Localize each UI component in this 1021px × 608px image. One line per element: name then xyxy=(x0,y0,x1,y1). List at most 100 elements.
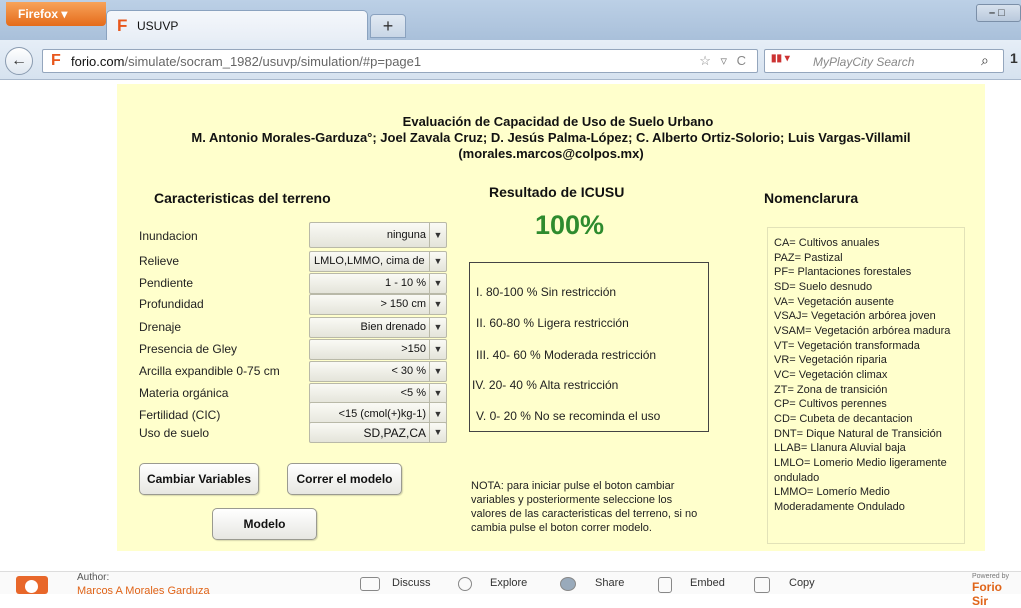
run-model-button[interactable]: Correr el modelo xyxy=(287,463,402,495)
result-heading: Resultado de ICUSU xyxy=(489,184,625,200)
speech-bubble-icon xyxy=(360,577,380,591)
embed-label: Embed xyxy=(690,577,725,589)
restriction-legend: I. 80-100 % Sin restricción II. 60-80 % … xyxy=(469,262,709,432)
window-controls[interactable]: – □ xyxy=(976,4,1021,22)
list-item: LLAB= Llanura Aluvial baja xyxy=(774,442,906,455)
list-item: VA= Vegetación ausente xyxy=(774,295,894,308)
legend-item: I. 80-100 % Sin restricción xyxy=(476,285,617,299)
share-label: Share xyxy=(595,577,625,589)
author-name-link[interactable]: Marcos A Morales Garduza xyxy=(77,585,210,597)
dropdown-value: Bien drenado xyxy=(360,321,426,333)
search-bar[interactable]: ▮▮ ▾ MyPlayCity Search ⌕ xyxy=(764,49,1004,73)
instructions-note: NOTA: para iniciar pulse el boton cambia… xyxy=(471,480,698,534)
variable-label: Presencia de Gley xyxy=(139,342,238,356)
model-button[interactable]: Modelo xyxy=(212,508,317,540)
terrain-heading: Caracteristicas del terreno xyxy=(154,190,331,206)
variable-label: Uso de suelo xyxy=(139,426,210,440)
forio-favicon-icon: F xyxy=(117,16,128,35)
copy-label: Copy xyxy=(789,577,815,589)
variable-label: Fertilidad (CIC) xyxy=(139,408,221,422)
chevron-down-icon: ▼ xyxy=(429,252,446,271)
chevron-down-icon: ▼ xyxy=(429,274,446,293)
simulation-panel: Evaluación de Capacidad de Uso de Suelo … xyxy=(117,84,985,551)
list-item: VSAM= Vegetación arbórea madura xyxy=(774,324,951,337)
navigation-toolbar: ← F forio.com/simulate/socram_1982/usuvp… xyxy=(0,40,1021,80)
window-titlebar: Firefox ▾ F USUVP + – □ xyxy=(0,0,1021,40)
list-item: SD= Suelo desnudo xyxy=(774,280,873,293)
legend-item: III. 40- 60 % Moderada restricción xyxy=(476,348,657,362)
change-variables-button[interactable]: Cambiar Variables xyxy=(139,463,259,495)
dropdown-value: LMLO,LMMO, cima de xyxy=(314,255,425,267)
list-item: CP= Cultivos perennes xyxy=(774,398,887,411)
list-item: LMMO= Lomerío Medio Moderadamente Ondula… xyxy=(774,486,905,513)
list-item: DNT= Dique Natural de Transición xyxy=(774,427,942,440)
chevron-down-icon: ▼ xyxy=(429,423,446,442)
author-label: Author: xyxy=(77,572,110,583)
legend-item: IV. 20- 40 % Alta restricción xyxy=(472,378,619,392)
bookmark-star-icon[interactable]: ☆ ▿ C xyxy=(699,53,749,69)
contact-email: (morales.marcos@colpos.mx) xyxy=(458,146,644,161)
new-tab-button[interactable]: + xyxy=(370,14,406,38)
dropdown-value: ninguna xyxy=(386,229,426,241)
materia-organica-select[interactable]: <5 % ▼ xyxy=(309,383,447,404)
site-identity-icon: F xyxy=(51,52,61,69)
legend-item: V. 0- 20 % No se recominda el uso xyxy=(476,409,661,423)
list-item: LMLO= Lomerio Medio ligeramente ondulado xyxy=(774,456,947,484)
variable-label: Materia orgánica xyxy=(139,386,229,400)
list-item: VC= Vegetación climax xyxy=(774,368,888,381)
page-title: Evaluación de Capacidad de Uso de Suelo … xyxy=(117,114,985,162)
profundidad-select[interactable]: > 150 cm ▼ xyxy=(309,294,447,315)
dropdown-value: <5 % xyxy=(400,387,426,399)
search-engine-icon[interactable]: ▮▮ ▾ xyxy=(771,53,799,69)
pendiente-select[interactable]: 1 - 10 % ▼ xyxy=(309,273,447,294)
arcilla-select[interactable]: < 30 % ▼ xyxy=(309,361,447,382)
url-bar[interactable]: F forio.com/simulate/socram_1982/usuvp/s… xyxy=(42,49,758,73)
variable-label: Relieve xyxy=(139,254,180,268)
discuss-label: Discuss xyxy=(392,577,431,589)
url-path: /simulate/socram_1982/usuvp/simulation/#… xyxy=(124,54,422,69)
nomenclature-box: CA= Cultivos anuales PAZ= Pastizal PF= P… xyxy=(767,227,965,544)
dropdown-value: 1 - 10 % xyxy=(385,277,426,289)
copy-icon xyxy=(754,577,770,593)
gley-select[interactable]: >150 ▼ xyxy=(309,339,447,360)
variable-label: Profundidad xyxy=(139,297,204,311)
uso-de-suelo-select[interactable]: SD,PAZ,CA ▼ xyxy=(309,422,447,443)
author-avatar-icon[interactable] xyxy=(16,576,48,594)
list-item: ZT= Zona de transición xyxy=(774,383,888,396)
drenaje-select[interactable]: Bien drenado ▼ xyxy=(309,317,447,338)
search-input[interactable]: MyPlayCity Search xyxy=(813,55,914,69)
browser-tab[interactable]: F USUVP xyxy=(106,10,368,40)
dropdown-value: < 30 % xyxy=(391,365,426,377)
magnifier-icon xyxy=(458,577,472,591)
back-button[interactable]: ← xyxy=(5,47,33,75)
relieve-select[interactable]: LMLO,LMMO, cima de ▼ xyxy=(309,251,447,272)
chevron-down-icon: ▼ xyxy=(429,318,446,337)
list-item: VT= Vegetación transformada xyxy=(774,339,920,352)
list-item: PAZ= Pastizal xyxy=(774,251,843,264)
chevron-down-icon: ▼ xyxy=(429,384,446,403)
clipboard-icon xyxy=(658,577,672,593)
overflow-icon[interactable]: 1 xyxy=(1010,50,1018,66)
nomenclature-list: CA= Cultivos anuales PAZ= Pastizal PF= P… xyxy=(774,236,966,514)
chevron-down-icon: ▼ xyxy=(429,295,446,314)
search-icon[interactable]: ⌕ xyxy=(981,52,989,69)
powered-by-label: Powered by xyxy=(972,573,1009,580)
dropdown-value: > 150 cm xyxy=(380,298,426,310)
result-value: 100% xyxy=(535,210,605,240)
list-item: VR= Vegetación riparia xyxy=(774,354,887,367)
chevron-down-icon: ▼ xyxy=(429,362,446,381)
list-item: CD= Cubeta de decantacion xyxy=(774,412,913,425)
variable-label: Inundacion xyxy=(139,229,198,243)
variable-label: Pendiente xyxy=(139,276,194,290)
variable-label: Arcilla expandible 0-75 cm xyxy=(139,364,280,378)
tab-title: USUVP xyxy=(137,19,179,33)
forio-logo[interactable]: Forio Sir xyxy=(972,580,1021,608)
chevron-down-icon: ▼ xyxy=(429,223,446,247)
legend-item: II. 60-80 % Ligera restricción xyxy=(476,316,629,330)
inundacion-select[interactable]: ninguna ▼ xyxy=(309,222,447,248)
variable-label: Drenaje xyxy=(139,320,182,334)
firefox-menu-button[interactable]: Firefox ▾ xyxy=(6,2,106,26)
dropdown-value: >150 xyxy=(401,343,426,355)
list-item: CA= Cultivos anuales xyxy=(774,237,880,249)
list-item: VSAJ= Vegetación arbórea joven xyxy=(774,310,936,323)
